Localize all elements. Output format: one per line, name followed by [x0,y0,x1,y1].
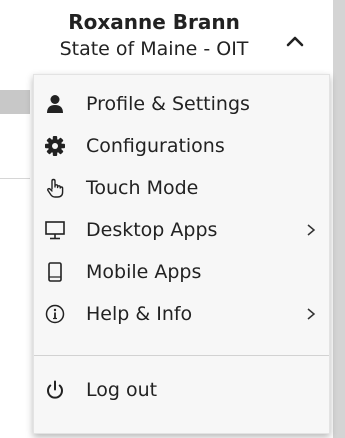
menu-item-mobile-apps[interactable]: Mobile Apps [34,253,329,291]
background-panel-fragment [0,90,30,114]
scrollbar[interactable] [333,0,345,438]
account-header[interactable]: Roxanne Brann State of Maine - OIT [30,6,333,70]
user-icon [47,95,63,113]
info-icon [45,304,65,324]
menu-item-label: Log out [86,379,158,401]
menu-item-label: Profile & Settings [86,93,250,115]
gear-icon [45,136,65,156]
collapse-menu-button[interactable] [280,28,310,54]
menu-item-label: Desktop Apps [86,219,218,241]
user-name: Roxanne Brann [68,10,240,34]
menu-item-profile-settings[interactable]: Profile & Settings [34,85,329,123]
menu-item-label: Help & Info [86,303,193,325]
menu-item-label: Mobile Apps [86,261,202,283]
menu-divider [34,355,329,356]
menu-item-label: Configurations [86,135,225,157]
monitor-icon [45,221,65,240]
chevron-right-icon [307,308,316,320]
menu-item-configurations[interactable]: Configurations [34,127,329,165]
menu-item-touch-mode[interactable]: Touch Mode [34,169,329,207]
chevron-right-icon [307,224,316,236]
chevron-up-icon [286,36,304,47]
mobile-icon [48,262,62,282]
menu-item-desktop-apps[interactable]: Desktop Apps [34,211,329,249]
menu-item-log-out[interactable]: Log out [34,371,329,409]
background-divider [0,178,30,179]
touch-hand-icon [47,178,64,198]
account-dropdown-menu: Profile & Settings Configurations Touch … [33,74,330,434]
menu-item-help-info[interactable]: Help & Info [34,295,329,333]
menu-item-label: Touch Mode [86,177,199,199]
power-icon [47,380,63,399]
organization-name: State of Maine - OIT [59,38,249,60]
